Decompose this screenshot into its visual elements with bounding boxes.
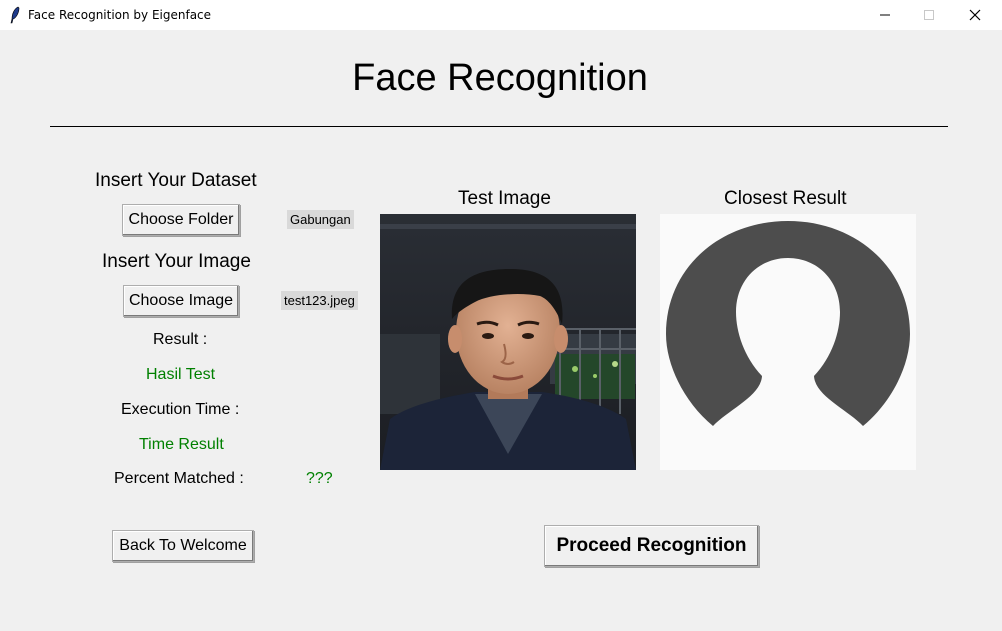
maximize-icon [924,10,934,20]
result-value: Hasil Test [146,366,216,383]
dataset-heading: Insert Your Dataset [95,170,257,191]
avatar-placeholder-icon [666,221,910,426]
back-to-welcome-button[interactable]: Back To Welcome [112,530,254,562]
close-button[interactable] [952,0,998,30]
image-value: test123.jpeg [281,291,358,310]
percent-matched-label: Percent Matched : [114,470,244,487]
choose-image-button[interactable]: Choose Image [123,285,239,317]
folder-value: Gabungan [287,210,354,229]
proceed-recognition-button[interactable]: Proceed Recognition [544,525,759,567]
closest-result-title: Closest Result [724,188,847,209]
close-icon [969,9,981,21]
image-heading: Insert Your Image [102,251,251,272]
window-title: Face Recognition by Eigenface [28,8,212,22]
feather-icon [10,6,20,24]
exec-time-label: Execution Time : [121,401,240,418]
exec-time-value: Time Result [139,436,224,453]
maximize-button[interactable] [906,0,952,30]
test-image [380,214,636,470]
header-divider [50,126,948,127]
test-image-title: Test Image [458,188,551,209]
window-titlebar: Face Recognition by Eigenface [0,0,1002,30]
closest-result-image [660,214,916,470]
result-label: Result : [153,331,208,348]
minimize-button[interactable] [862,0,908,30]
minimize-icon [880,14,890,16]
page-title: Face Recognition [352,57,648,99]
percent-matched-value: ??? [306,470,333,487]
choose-folder-button[interactable]: Choose Folder [122,204,240,236]
